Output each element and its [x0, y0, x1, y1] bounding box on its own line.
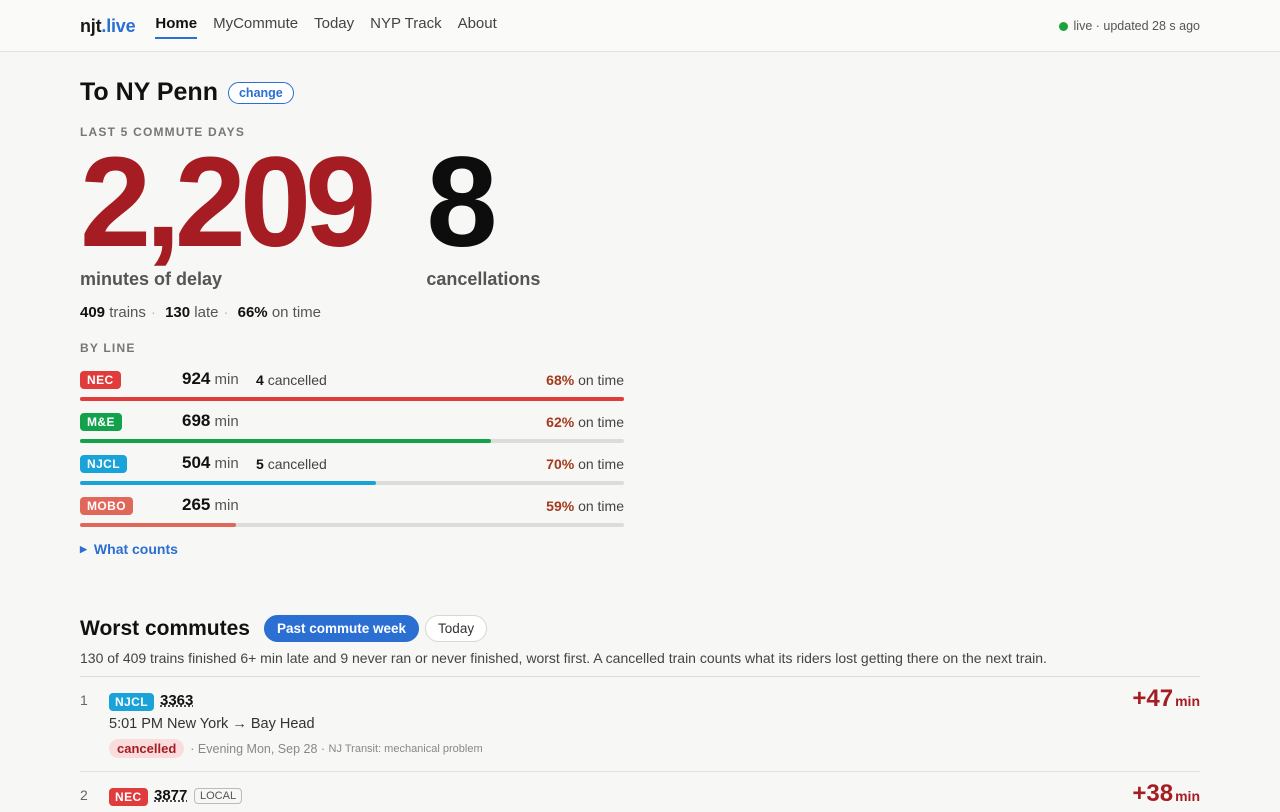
list-item[interactable]: 2 NEC 3877 LOCAL +38 min [80, 772, 1200, 812]
change-destination-button[interactable]: change [227, 81, 294, 104]
nav-mycommute[interactable]: MyCommute [213, 0, 298, 52]
top-bar: njt.live Home MyCommute Today NYP Track … [0, 0, 1280, 52]
line-on-time: 59% on time [546, 498, 624, 514]
line-bar-track [80, 523, 624, 527]
line-cancelled: 4 cancelled [256, 372, 327, 388]
tab-today[interactable]: Today [425, 615, 488, 642]
line-minutes: 924 min [182, 369, 239, 388]
line-row: M&E 698 min 62% on time [80, 411, 624, 453]
trip-route: 5:01 PM New York → Bay Head [109, 716, 315, 732]
summary-stats: 409 trains · 130 late · 66% on time [80, 304, 322, 321]
line-badge: NEC [109, 788, 148, 806]
line-row: NEC 924 min 4 cancelled 68% on time [80, 369, 624, 411]
what-counts-toggle[interactable]: ▶ What counts [80, 541, 1200, 557]
trip-delay: +47 min [1132, 685, 1200, 712]
line-badge: NJCL [80, 455, 127, 473]
line-bar-track [80, 439, 624, 443]
live-status: live · updated 28 s ago [1058, 19, 1200, 33]
nav-home[interactable]: Home [155, 0, 197, 52]
trip-rank: 2 [80, 787, 88, 803]
line-bar-fill [80, 481, 377, 485]
cancellations-label: cancellations [426, 269, 541, 289]
line-bar-track [80, 481, 624, 485]
line-row: NJCL 504 min 5 cancelled 70% on time [80, 453, 624, 495]
worst-commutes-title: Worst commutes [80, 616, 250, 640]
tab-past-week[interactable]: Past commute week [263, 615, 420, 642]
nav-nyp-track[interactable]: NYP Track [370, 0, 441, 52]
by-line-list: NEC 924 min 4 cancelled 68% on time M&E … [80, 369, 624, 537]
line-minutes: 504 min [182, 453, 239, 472]
line-bar-fill [80, 397, 624, 401]
line-minutes: 698 min [182, 411, 239, 430]
line-bar-fill [80, 439, 491, 443]
trip-meta: cancelled · Evening Mon, Sep 28 · NJ Tra… [109, 739, 483, 758]
nav-today[interactable]: Today [314, 0, 354, 52]
line-badge: NEC [80, 371, 121, 389]
delay-minutes-total: 2,209 [80, 131, 376, 274]
main-nav: Home MyCommute Today NYP Track About [155, 0, 497, 52]
status-badge: cancelled [109, 739, 185, 758]
line-minutes: 265 min [182, 495, 239, 514]
main-content: To NY Penn change LAST 5 COMMUTE DAYS 2,… [80, 52, 1200, 812]
trip-delay: +38 min [1132, 780, 1200, 807]
live-status-text: live · updated 28 s ago [1073, 19, 1200, 33]
line-bar-track [80, 397, 624, 401]
cancellations-total: 8 [426, 131, 497, 274]
line-bar-fill [80, 523, 237, 527]
worst-commutes-description: 130 of 409 trains finished 6+ min late a… [80, 650, 1047, 666]
line-row: MOBO 265 min 59% on time [80, 495, 624, 537]
live-dot-icon [1058, 21, 1068, 31]
logo[interactable]: njt.live [80, 16, 136, 37]
train-number-link[interactable]: 3877 [154, 787, 187, 804]
line-badge: M&E [80, 413, 122, 431]
line-on-time: 68% on time [546, 372, 624, 388]
delay-minutes-label: minutes of delay [80, 269, 223, 289]
line-badge: MOBO [80, 497, 133, 515]
train-number-link[interactable]: 3363 [160, 692, 193, 709]
line-on-time: 70% on time [546, 456, 624, 472]
by-line-label: BY LINE [80, 341, 136, 355]
page-title: To NY Penn [80, 78, 218, 106]
nav-about[interactable]: About [458, 0, 497, 52]
line-badge: NJCL [109, 693, 154, 711]
line-on-time: 62% on time [546, 414, 624, 430]
trip-rank: 1 [80, 692, 88, 708]
list-item[interactable]: 1 NJCL 3363 5:01 PM New York → Bay Head … [80, 677, 1200, 772]
triangle-right-icon: ▶ [80, 543, 87, 554]
line-cancelled: 5 cancelled [256, 456, 327, 472]
service-tag: LOCAL [194, 788, 243, 804]
